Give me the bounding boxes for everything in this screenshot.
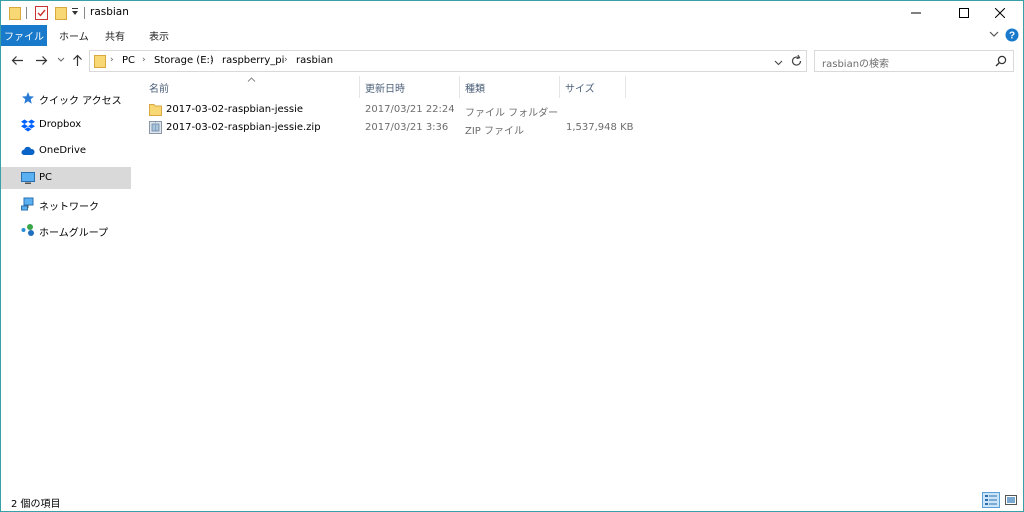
nav-item-label: PC xyxy=(39,172,53,183)
window-title: rasbian xyxy=(90,6,129,18)
dropbox-icon xyxy=(21,118,35,132)
tab-home[interactable]: ホーム xyxy=(59,25,89,46)
details-view-button[interactable] xyxy=(982,492,1000,508)
nav-item-label: ネットワーク xyxy=(39,202,99,213)
chevron-down-icon xyxy=(57,57,65,62)
search-input[interactable]: rasbianの検索 xyxy=(814,50,1014,72)
nav-item-pc[interactable]: PC xyxy=(1,167,131,189)
svg-text:?: ? xyxy=(1009,31,1015,42)
address-row: › PC › Storage (E:) › raspberry_pi › ras… xyxy=(1,48,1023,74)
file-type: ZIP ファイル xyxy=(465,126,525,137)
explorer-window: rasbian ファイル ホーム 共有 表示 ? › PC › Storage … xyxy=(0,0,1024,512)
maximize-icon xyxy=(959,8,969,18)
address-bar[interactable]: › PC › Storage (E:) › raspberry_pi › ras… xyxy=(89,50,807,72)
file-name: 2017-03-02-raspbian-jessie xyxy=(166,104,304,115)
chevron-right-icon: › xyxy=(284,55,288,65)
title-bar: rasbian xyxy=(1,1,1023,25)
item-count: 2 個の項目 xyxy=(11,499,61,510)
cloud-icon xyxy=(21,144,35,158)
minimize-button[interactable] xyxy=(893,1,939,25)
chevron-right-icon: › xyxy=(210,55,214,65)
column-header-date[interactable]: 更新日時 xyxy=(365,76,405,98)
close-button[interactable] xyxy=(977,1,1023,25)
forward-arrow-icon xyxy=(35,55,47,65)
customize-toolbar-icon[interactable] xyxy=(71,7,79,21)
minimize-icon xyxy=(911,12,921,14)
properties-icon[interactable] xyxy=(35,6,48,20)
file-date: 2017/03/21 22:24 xyxy=(365,104,455,115)
star-icon xyxy=(21,91,35,105)
recent-locations-button[interactable] xyxy=(53,52,69,68)
table-row[interactable]: 2017-03-02-raspbian-jessie.zip 2017/03/2… xyxy=(143,119,634,137)
breadcrumb-rasbian[interactable]: rasbian xyxy=(296,55,333,66)
help-icon[interactable]: ? xyxy=(1005,28,1019,45)
breadcrumb-storage[interactable]: Storage (E:) xyxy=(154,55,214,66)
nav-item-quick-access[interactable]: クイック アクセス xyxy=(1,87,131,109)
nav-item-label: クイック アクセス xyxy=(39,96,122,107)
navigation-pane: クイック アクセス Dropbox OneDrive PC ネットワーク ホーム… xyxy=(1,79,133,489)
column-divider[interactable] xyxy=(625,76,626,98)
status-bar: 2 個の項目 xyxy=(1,489,1023,511)
refresh-icon[interactable] xyxy=(790,54,803,71)
tab-view[interactable]: 表示 xyxy=(149,25,169,46)
file-date: 2017/03/21 3:36 xyxy=(365,122,449,133)
breadcrumb-raspberry-pi[interactable]: raspberry_pi xyxy=(222,55,284,66)
file-list: 名前 更新日時 種類 サイズ 2017-03-02-raspbian-jessi… xyxy=(133,74,1023,489)
column-header-size[interactable]: サイズ xyxy=(565,76,595,98)
large-icons-view-icon xyxy=(1005,495,1017,505)
chevron-right-icon: › xyxy=(142,55,146,65)
tab-share[interactable]: 共有 xyxy=(105,25,125,46)
sort-ascending-icon xyxy=(247,74,256,85)
back-arrow-icon xyxy=(11,55,23,65)
large-icons-view-button[interactable] xyxy=(1002,492,1020,508)
nav-item-onedrive[interactable]: OneDrive xyxy=(1,140,131,162)
zip-file-icon xyxy=(149,120,162,137)
file-name: 2017-03-02-raspbian-jessie.zip xyxy=(166,122,321,133)
chevron-right-icon: › xyxy=(110,55,114,65)
tab-file[interactable]: ファイル xyxy=(1,25,47,46)
forward-button[interactable] xyxy=(33,52,49,68)
file-size: 1,537,948 KB xyxy=(566,122,634,133)
new-folder-icon[interactable] xyxy=(55,6,67,20)
folder-icon xyxy=(149,102,162,119)
nav-item-network[interactable]: ネットワーク xyxy=(1,193,131,215)
computer-icon xyxy=(21,171,35,185)
back-button[interactable] xyxy=(9,52,25,68)
search-icon[interactable] xyxy=(995,55,1007,70)
network-icon xyxy=(21,197,35,211)
breadcrumb-pc[interactable]: PC xyxy=(122,55,135,66)
table-row[interactable]: 2017-03-02-raspbian-jessie 2017/03/21 22… xyxy=(143,101,623,119)
close-icon xyxy=(995,8,1005,18)
nav-item-homegroup[interactable]: ホームグループ xyxy=(1,219,131,241)
nav-item-label: ホームグループ xyxy=(39,228,109,239)
nav-item-dropbox[interactable]: Dropbox xyxy=(1,114,131,136)
column-header-type[interactable]: 種類 xyxy=(465,76,485,98)
ribbon-tabs: ファイル ホーム 共有 表示 ? xyxy=(1,25,1023,46)
nav-item-label: OneDrive xyxy=(39,145,87,156)
up-button[interactable] xyxy=(69,52,85,68)
title-separator xyxy=(84,7,85,19)
folder-icon xyxy=(9,6,21,20)
column-divider[interactable] xyxy=(559,76,560,98)
column-divider[interactable] xyxy=(359,76,360,98)
expand-ribbon-icon[interactable] xyxy=(989,30,999,41)
column-divider[interactable] xyxy=(459,76,460,98)
nav-item-label: Dropbox xyxy=(39,119,82,130)
column-header-name[interactable]: 名前 xyxy=(149,76,169,98)
address-history-icon[interactable] xyxy=(774,58,783,69)
file-type: ファイル フォルダー xyxy=(465,108,559,119)
details-view-icon xyxy=(985,495,997,505)
search-placeholder: rasbianの検索 xyxy=(822,59,890,70)
homegroup-icon xyxy=(21,223,35,237)
up-arrow-icon xyxy=(72,54,82,66)
toolbar-separator xyxy=(26,7,27,19)
folder-icon xyxy=(94,54,106,71)
